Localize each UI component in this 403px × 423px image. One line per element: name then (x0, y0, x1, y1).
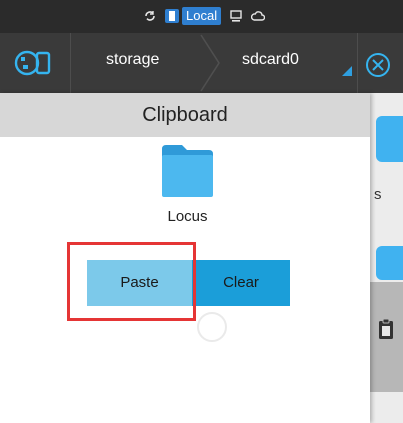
clipboard-icon[interactable] (378, 318, 394, 345)
phone-icon (165, 9, 179, 23)
status-bar: Local (0, 0, 403, 33)
close-icon (372, 59, 384, 71)
breadcrumb-sdcard0[interactable]: sdcard0 (242, 51, 299, 69)
loading-spinner (197, 312, 227, 342)
close-button[interactable] (366, 53, 390, 77)
status-icons: Local (143, 7, 266, 25)
folder-icon[interactable] (160, 143, 215, 199)
lan-icon (229, 9, 243, 23)
windows-icon (14, 50, 51, 76)
clipboard-dialog: Clipboard Locus Paste Clear (0, 93, 370, 423)
file-name-partial: s (374, 186, 382, 203)
dialog-title-bar: Clipboard (0, 93, 370, 137)
folder-icon[interactable] (376, 246, 403, 280)
sync-icon (143, 9, 157, 23)
folder-icon[interactable] (376, 116, 403, 162)
highlight-box (67, 242, 196, 321)
toolbar: storage sdcard0 (0, 33, 403, 93)
breadcrumb-chevron-icon (200, 34, 220, 92)
window-switch-button[interactable] (0, 33, 70, 93)
toolbar-divider (70, 33, 71, 93)
dropdown-corner-icon[interactable] (342, 66, 352, 76)
clear-button[interactable]: Clear (192, 260, 290, 306)
local-storage-indicator[interactable]: Local (165, 7, 222, 25)
cloud-icon (250, 9, 266, 23)
clipboard-item-name: Locus (167, 208, 208, 225)
dialog-title: Clipboard (142, 104, 228, 126)
breadcrumb-storage[interactable]: storage (106, 51, 159, 69)
local-label: Local (182, 7, 222, 25)
toolbar-divider (357, 33, 358, 93)
